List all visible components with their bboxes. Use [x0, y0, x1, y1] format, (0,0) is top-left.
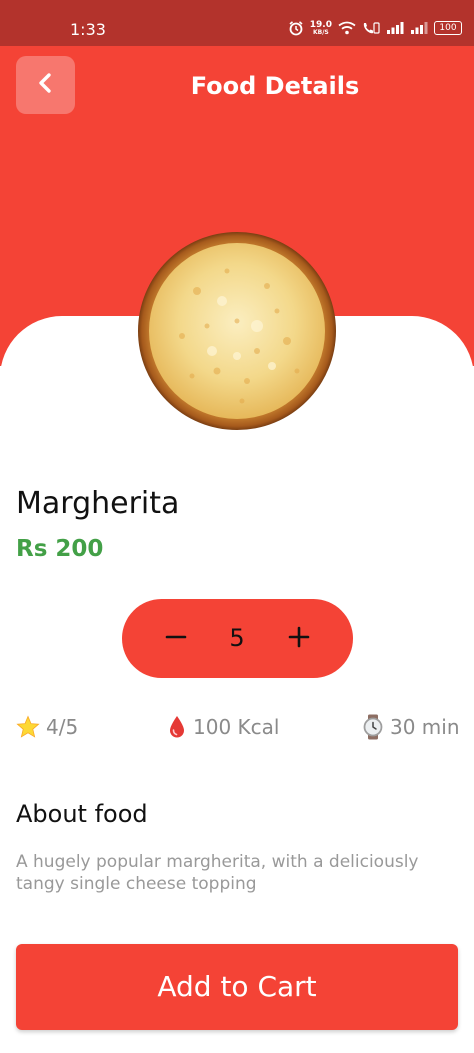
increase-quantity-button[interactable] [277, 617, 321, 661]
watch-icon [362, 714, 384, 740]
wifi-icon [338, 21, 356, 35]
rating-stat: 4/5 [16, 713, 78, 741]
net-speed-value: 19.0 [309, 19, 332, 30]
battery-icon: 100 [434, 21, 462, 35]
calories-value: 100 Kcal [193, 715, 280, 739]
food-name: Margherita [16, 486, 180, 521]
alarm-icon [288, 20, 304, 36]
add-to-cart-button[interactable]: Add to Cart [16, 944, 458, 1030]
signal-icon [410, 21, 428, 35]
rating-value: 4/5 [46, 715, 79, 739]
status-time: 1:33 [70, 20, 106, 39]
decrease-quantity-button[interactable] [154, 617, 198, 661]
pizza-image [137, 231, 337, 431]
calories-stat: 100 Kcal [167, 713, 279, 741]
page-title: Food Details [190, 72, 360, 100]
quantity-value: 5 [229, 624, 245, 652]
about-text: A hugely popular margherita, with a deli… [16, 852, 419, 894]
minus-icon [165, 626, 187, 652]
status-icons: 19.0 KB/S 100 [288, 20, 462, 36]
star-icon [16, 715, 40, 739]
net-speed-unit: KB/S [313, 28, 329, 36]
signal-icon [386, 21, 404, 35]
time-value: 30 min [390, 715, 460, 739]
about-title: About food [16, 800, 148, 828]
time-stat: 30 min [362, 713, 460, 741]
quantity-stepper: 5 [122, 599, 353, 678]
net-speed: 19.0 KB/S [309, 19, 332, 36]
chevron-left-icon [35, 72, 57, 98]
volte-call-icon [362, 21, 380, 35]
back-button[interactable] [16, 56, 75, 114]
food-price: Rs 200 [16, 536, 104, 562]
plus-icon [288, 626, 310, 652]
status-bar: 1:33 19.0 KB/S 100 [0, 0, 474, 46]
drop-icon [167, 715, 187, 739]
